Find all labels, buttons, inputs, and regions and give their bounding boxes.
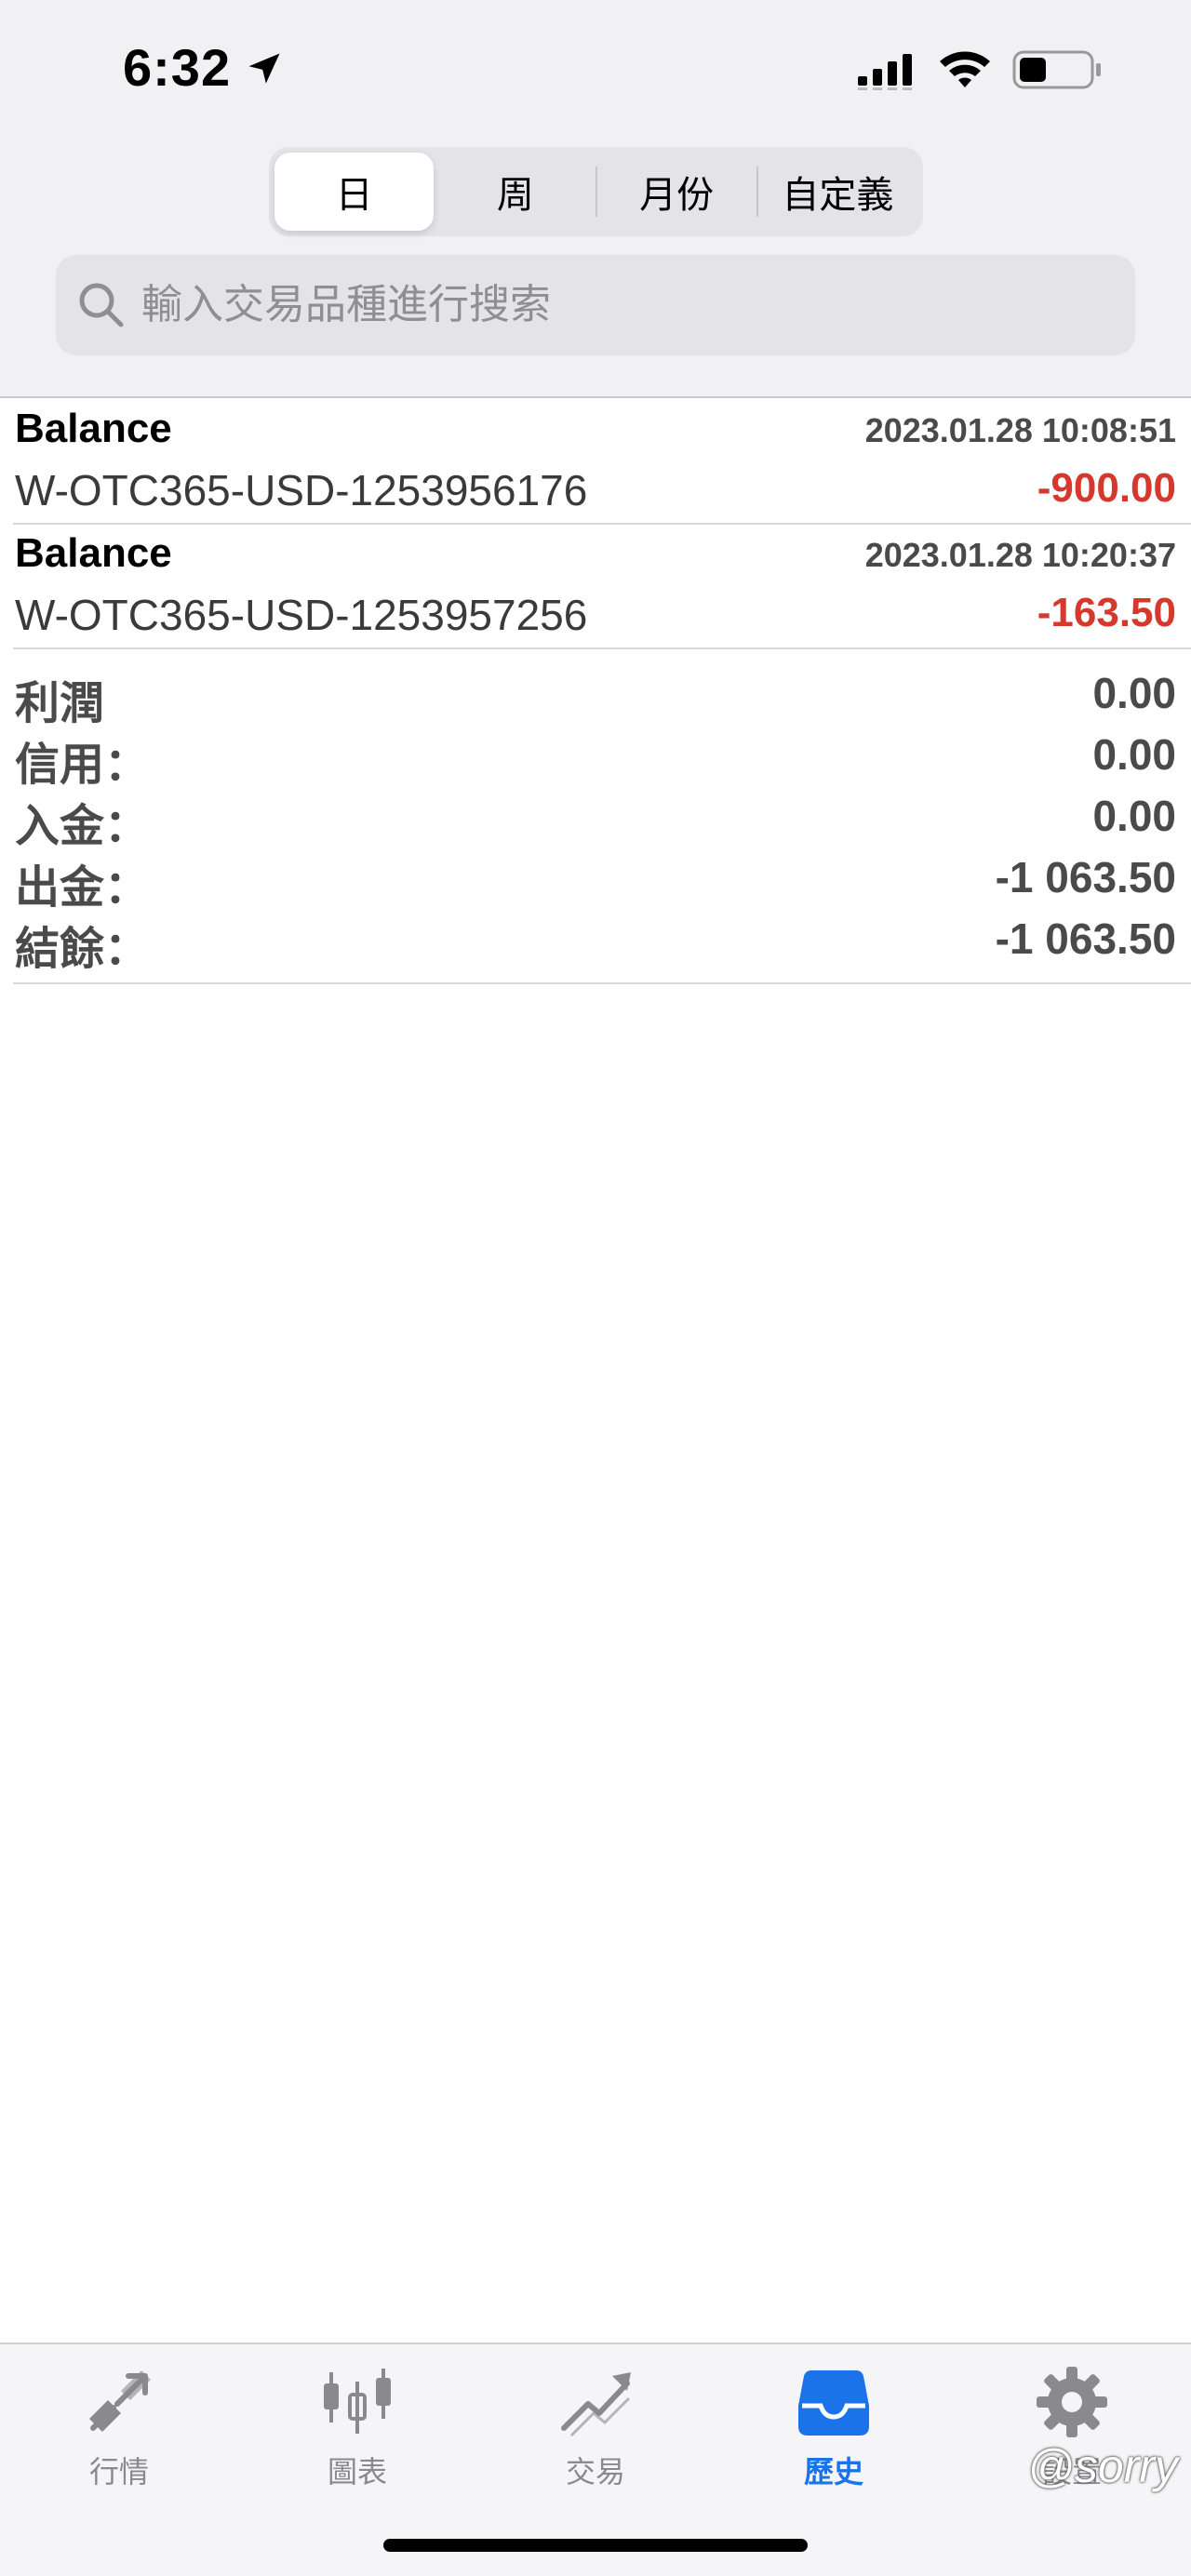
summary-label: 利潤 [15,679,105,728]
summary-row-credit: 信用： 0.00 [13,727,1191,790]
summary-value: 0.00 [1092,669,1176,717]
quotes-arrows-icon [89,2370,151,2432]
gear-icon [1037,2367,1107,2437]
record-amount: -900.00 [1037,465,1176,511]
record-amount: -163.50 [1037,590,1176,635]
summary-value: 0.00 [1092,730,1176,779]
period-tab-week[interactable]: 周 [435,153,595,231]
summary-label: 結餘： [15,925,150,974]
app-screen: 6:32 日 周 月份 自定義 輸入交易品種進行搜索 Balance 2023.… [0,0,1191,2576]
period-segmented-control: 日 周 月份 自定義 [269,147,923,236]
record-type: Balance [15,530,172,576]
summary-label: 出金： [15,863,150,913]
record-datetime: 2023.01.28 10:20:37 [864,536,1176,574]
tab-quotes[interactable]: 行情 [0,2363,238,2503]
summary-label: 入金： [15,802,150,851]
tab-chart[interactable]: 圖表 [238,2363,476,2503]
history-records: Balance 2023.01.28 10:08:51 W-OTC365-USD… [0,400,1191,984]
summary-section: 利潤 0.00 信用： 0.00 入金： 0.00 出金： -1 063.50 … [13,649,1191,984]
tab-label: 交易 [565,2455,625,2489]
tab-history[interactable]: 歷史 [715,2363,953,2503]
location-arrow-icon [248,53,280,84]
summary-label: 信用： [15,741,150,790]
summary-value: -1 063.50 [995,853,1176,901]
record-account: W-OTC365-USD-1253957256 [15,591,588,639]
status-bar: 6:32 [0,0,1191,140]
record-account: W-OTC365-USD-1253956176 [15,466,588,514]
period-tab-month[interactable]: 月份 [597,153,756,231]
summary-row-withdrawal: 出金： -1 063.50 [13,850,1191,913]
cellular-signal-icon [858,54,912,90]
tab-label: 行情 [88,2455,149,2489]
history-inbox-icon [798,2370,869,2436]
battery-icon [1012,50,1101,89]
tab-trade[interactable]: 交易 [476,2363,715,2503]
search-input[interactable] [128,255,1135,355]
summary-value: -1 063.50 [995,914,1176,963]
tab-label: 歷史 [803,2455,863,2489]
candlestick-chart-icon [324,2369,391,2434]
record-type: Balance [15,406,172,451]
summary-row-profit: 利潤 0.00 [13,666,1191,728]
watermark: @sorry [1027,2440,1178,2492]
home-indicator[interactable] [383,2539,808,2552]
record-datetime: 2023.01.28 10:08:51 [864,411,1176,449]
period-tab-day[interactable]: 日 [274,153,435,231]
summary-row-balance: 結餘： -1 063.50 [13,912,1191,974]
tab-label: 圖表 [327,2455,387,2489]
period-tab-custom[interactable]: 自定義 [758,153,917,231]
search-bar[interactable] [56,255,1135,355]
header-area: 6:32 日 周 月份 自定義 輸入交易品種進行搜索 [0,0,1191,398]
record-row[interactable]: Balance 2023.01.28 10:20:37 W-OTC365-USD… [13,525,1191,649]
summary-row-deposit: 入金： 0.00 [13,789,1191,851]
record-row[interactable]: Balance 2023.01.28 10:08:51 W-OTC365-USD… [13,400,1191,525]
search-icon [79,283,124,327]
trade-trend-icon [561,2372,631,2437]
summary-value: 0.00 [1092,792,1176,840]
wifi-icon [940,51,990,87]
status-time: 6:32 [123,38,232,97]
